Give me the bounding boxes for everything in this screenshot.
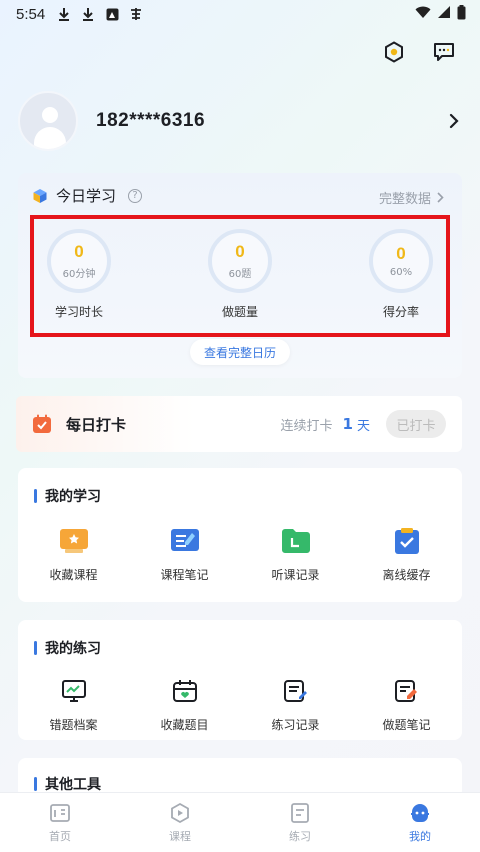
status-bar: 5:54 [0,0,480,28]
download-icon [57,7,71,21]
stat-label: 得分率 [382,305,419,319]
profile-row[interactable]: 182****6316 [18,90,464,152]
home-icon [49,802,71,824]
wrong-questions-icon [59,676,89,706]
today-study-header: 今日学习 ? [32,185,143,206]
bottom-tab-bar: 首页 课程 练习 我的 [0,792,480,852]
grid-item-offline-cache[interactable]: 离线缓存 [351,526,462,583]
section-title: 我的学习 [34,486,101,506]
checkin-streak: 连续打卡 1 天 [281,415,370,434]
checked-in-button[interactable]: 已打卡 [386,410,446,438]
stat-value: 0 [396,243,406,263]
listen-record-icon [281,526,311,556]
grid-item-wrong-questions[interactable]: 错题档案 [18,676,129,733]
battery-icon [457,4,466,24]
stat-target: 60题 [228,268,252,280]
avatar[interactable] [18,91,78,151]
download-icon [81,7,95,21]
course-notes-icon [170,526,200,556]
tab-mine[interactable]: 我的 [360,793,480,852]
stat-value: 0 [235,241,245,261]
stat-target: 60% [389,266,413,278]
stat-ring: 0 60分钟 [47,229,111,293]
calendar-icon [32,414,52,434]
status-time: 5:54 [16,5,46,23]
settings-hex-icon[interactable] [382,40,406,64]
help-icon[interactable]: ? [128,188,143,203]
photo-icon [105,7,119,21]
tab-label: 练习 [289,830,311,843]
my-study-title: 我的学习 [45,489,101,505]
grid-item-label: 练习记录 [271,718,320,732]
daily-checkin-card: 每日打卡 连续打卡 1 天 已打卡 [16,396,462,452]
my-study-section: 我的学习 收藏课程 课程笔记 听课记录 离线缓存 [18,468,462,602]
stat-target: 60分钟 [62,268,96,280]
stat-label: 学习时长 [54,305,103,319]
my-study-grid: 收藏课程 课程笔记 听课记录 离线缓存 [18,526,462,583]
stat-study-time: 0 60分钟 学习时长 [29,229,129,320]
favorite-questions-icon [170,676,200,706]
grid-item-favorite-questions[interactable]: 收藏题目 [129,676,240,733]
stat-score-rate: 0 60% 得分率 [351,229,451,320]
chevron-right-icon[interactable] [444,111,464,131]
stat-ring: 0 60% [369,229,433,293]
keyboard-icon [129,7,143,21]
top-actions [382,40,456,64]
streak-unit: 天 [356,418,370,434]
practice-icon [289,802,311,824]
stat-ring: 0 60题 [208,229,272,293]
grid-item-label: 收藏题目 [160,718,209,732]
section-title: 我的练习 [34,638,101,658]
tab-label: 我的 [409,830,431,843]
course-icon [169,802,191,824]
today-study-title: 今日学习 [56,187,117,205]
grid-item-label: 收藏课程 [49,568,98,582]
grid-item-question-notes[interactable]: 做题笔记 [351,676,462,733]
mine-icon [409,802,431,824]
tab-home[interactable]: 首页 [0,793,120,852]
checkin-title: 每日打卡 [66,415,127,434]
practice-record-icon [281,676,311,706]
stat-label: 做题量 [221,305,258,319]
grid-item-course-notes[interactable]: 课程笔记 [129,526,240,583]
tab-label: 首页 [49,830,71,843]
full-data-link[interactable]: 完整数据 [379,188,444,207]
view-calendar-button[interactable]: 查看完整日历 [190,339,290,365]
my-practice-title: 我的练习 [45,641,101,657]
tab-label: 课程 [169,830,191,843]
grid-item-practice-record[interactable]: 练习记录 [240,676,351,733]
message-icon[interactable] [432,40,456,64]
wifi-icon [415,5,431,23]
grid-item-listen-record[interactable]: 听课记录 [240,526,351,583]
my-practice-grid: 错题档案 收藏题目 练习记录 做题笔记 [18,676,462,733]
my-practice-section: 我的练习 错题档案 收藏题目 练习记录 做题笔记 [18,620,462,740]
grid-item-label: 离线缓存 [382,568,431,582]
favorite-course-icon [59,526,89,556]
stat-question-count: 0 60题 做题量 [190,229,290,320]
tab-practice[interactable]: 练习 [240,793,360,852]
streak-days: 1 [342,415,353,433]
section-title: 其他工具 [34,774,101,794]
grid-item-label: 听课记录 [271,568,320,582]
tab-course[interactable]: 课程 [120,793,240,852]
signal-icon [437,5,451,23]
streak-label: 连续打卡 [280,418,333,434]
grid-item-label: 课程笔记 [160,568,209,582]
grid-item-label: 做题笔记 [382,718,431,732]
grid-item-label: 错题档案 [49,718,98,732]
user-phone: 182****6316 [96,110,206,131]
offline-cache-icon [392,526,422,556]
other-tools-title: 其他工具 [45,777,101,793]
today-study-card: 今日学习 ? 完整数据 0 60分钟 学习时长 0 60题 做题量 0 60% … [18,173,462,378]
cube-icon [32,188,48,204]
question-notes-icon [392,676,422,706]
grid-item-favorite-course[interactable]: 收藏课程 [18,526,129,583]
full-data-label: 完整数据 [378,192,431,207]
stat-value: 0 [74,241,84,261]
chevron-right-icon [437,192,444,203]
